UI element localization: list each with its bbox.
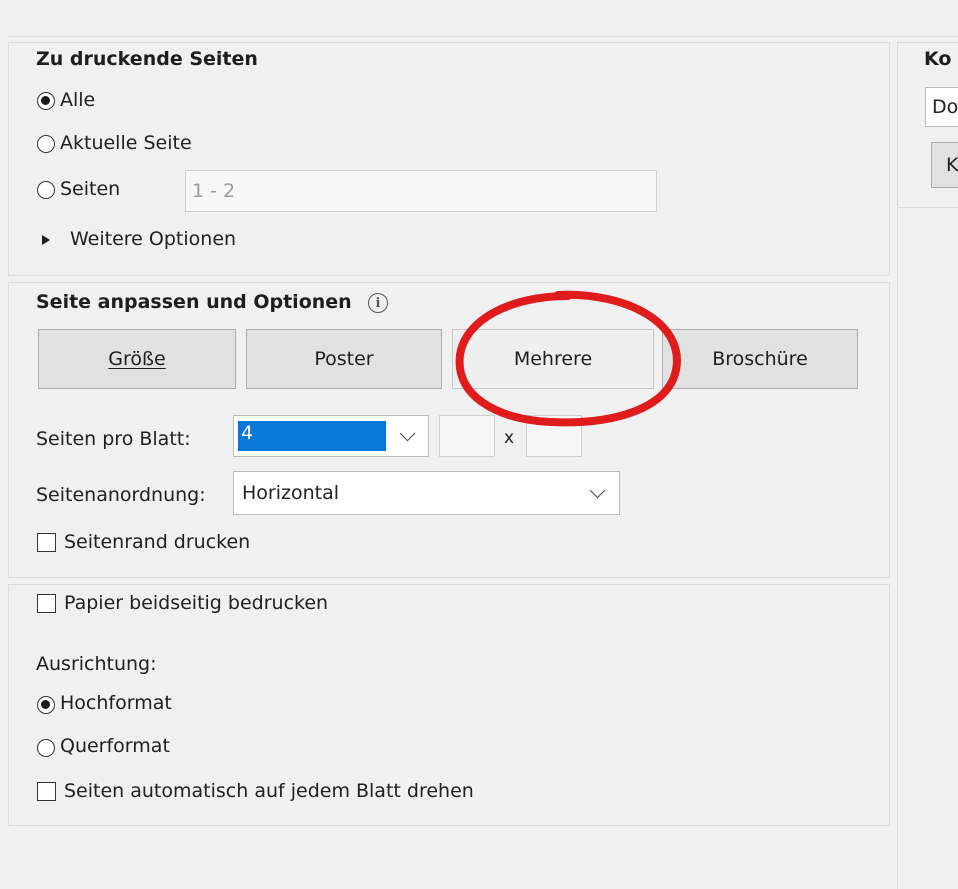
- radio-all[interactable]: [37, 92, 55, 110]
- rows-input[interactable]: [526, 415, 582, 457]
- poster-button[interactable]: Poster: [246, 329, 442, 389]
- print-dialog: Zu druckende Seiten Alle Aktuelle Seite …: [0, 0, 958, 889]
- pages-range-input[interactable]: 1 - 2: [185, 170, 657, 212]
- multiple-button[interactable]: Mehrere: [452, 329, 654, 389]
- booklet-button[interactable]: Broschüre: [662, 329, 858, 389]
- radio-landscape-label[interactable]: Querformat: [60, 735, 170, 757]
- x-separator-label: x: [504, 428, 515, 448]
- pages-per-sheet-label: Seiten pro Blatt:: [36, 428, 191, 450]
- radio-portrait-label[interactable]: Hochformat: [60, 692, 172, 714]
- radio-pages-label[interactable]: Seiten: [60, 178, 120, 200]
- info-icon[interactable]: i: [368, 293, 388, 313]
- chevron-down-icon: [399, 425, 416, 442]
- print-border-checkbox[interactable]: [37, 533, 56, 552]
- expand-triangle-icon[interactable]: [42, 235, 50, 245]
- columns-input[interactable]: [439, 415, 495, 457]
- multiple-button-label: Mehrere: [513, 348, 593, 370]
- booklet-button-label: Broschüre: [712, 348, 808, 370]
- poster-button-label: Poster: [314, 348, 374, 370]
- top-divider: [8, 36, 958, 37]
- right-panel-button[interactable]: K: [931, 142, 958, 188]
- pages-section-title: Zu druckende Seiten: [36, 48, 258, 70]
- radio-landscape[interactable]: [37, 739, 55, 757]
- orientation-label: Ausrichtung:: [36, 653, 157, 675]
- page-order-label: Seitenanordnung:: [36, 484, 206, 506]
- radio-current-page-label[interactable]: Aktuelle Seite: [60, 132, 192, 154]
- right-panel-dropdown[interactable]: Do: [925, 87, 958, 127]
- more-options-label[interactable]: Weitere Optionen: [70, 228, 236, 250]
- pages-per-sheet-value-text: 4: [241, 422, 254, 444]
- page-order-value: Horizontal: [242, 482, 340, 504]
- radio-portrait[interactable]: [37, 696, 55, 714]
- auto-rotate-checkbox[interactable]: [37, 782, 56, 801]
- page-order-select[interactable]: Horizontal: [233, 471, 620, 515]
- right-panel-button-label: K: [946, 154, 958, 176]
- radio-all-label[interactable]: Alle: [60, 89, 95, 111]
- chevron-down-icon: [589, 482, 606, 499]
- duplex-label[interactable]: Papier beidseitig bedrucken: [64, 592, 328, 614]
- pages-per-sheet-select[interactable]: 4: [233, 415, 429, 457]
- size-button-label: Größe: [108, 348, 166, 370]
- pages-per-sheet-selected-value: 4: [238, 421, 386, 451]
- right-panel-divider: [897, 208, 898, 889]
- radio-pages[interactable]: [37, 181, 55, 199]
- auto-rotate-label[interactable]: Seiten automatisch auf jedem Blatt drehe…: [64, 780, 474, 802]
- print-border-label[interactable]: Seitenrand drucken: [64, 531, 250, 553]
- size-button[interactable]: Größe: [38, 329, 236, 389]
- right-panel-title: Ko: [924, 48, 952, 70]
- radio-current-page[interactable]: [37, 135, 55, 153]
- fit-section-title: Seite anpassen und Optionen: [36, 291, 352, 313]
- duplex-checkbox[interactable]: [37, 594, 56, 613]
